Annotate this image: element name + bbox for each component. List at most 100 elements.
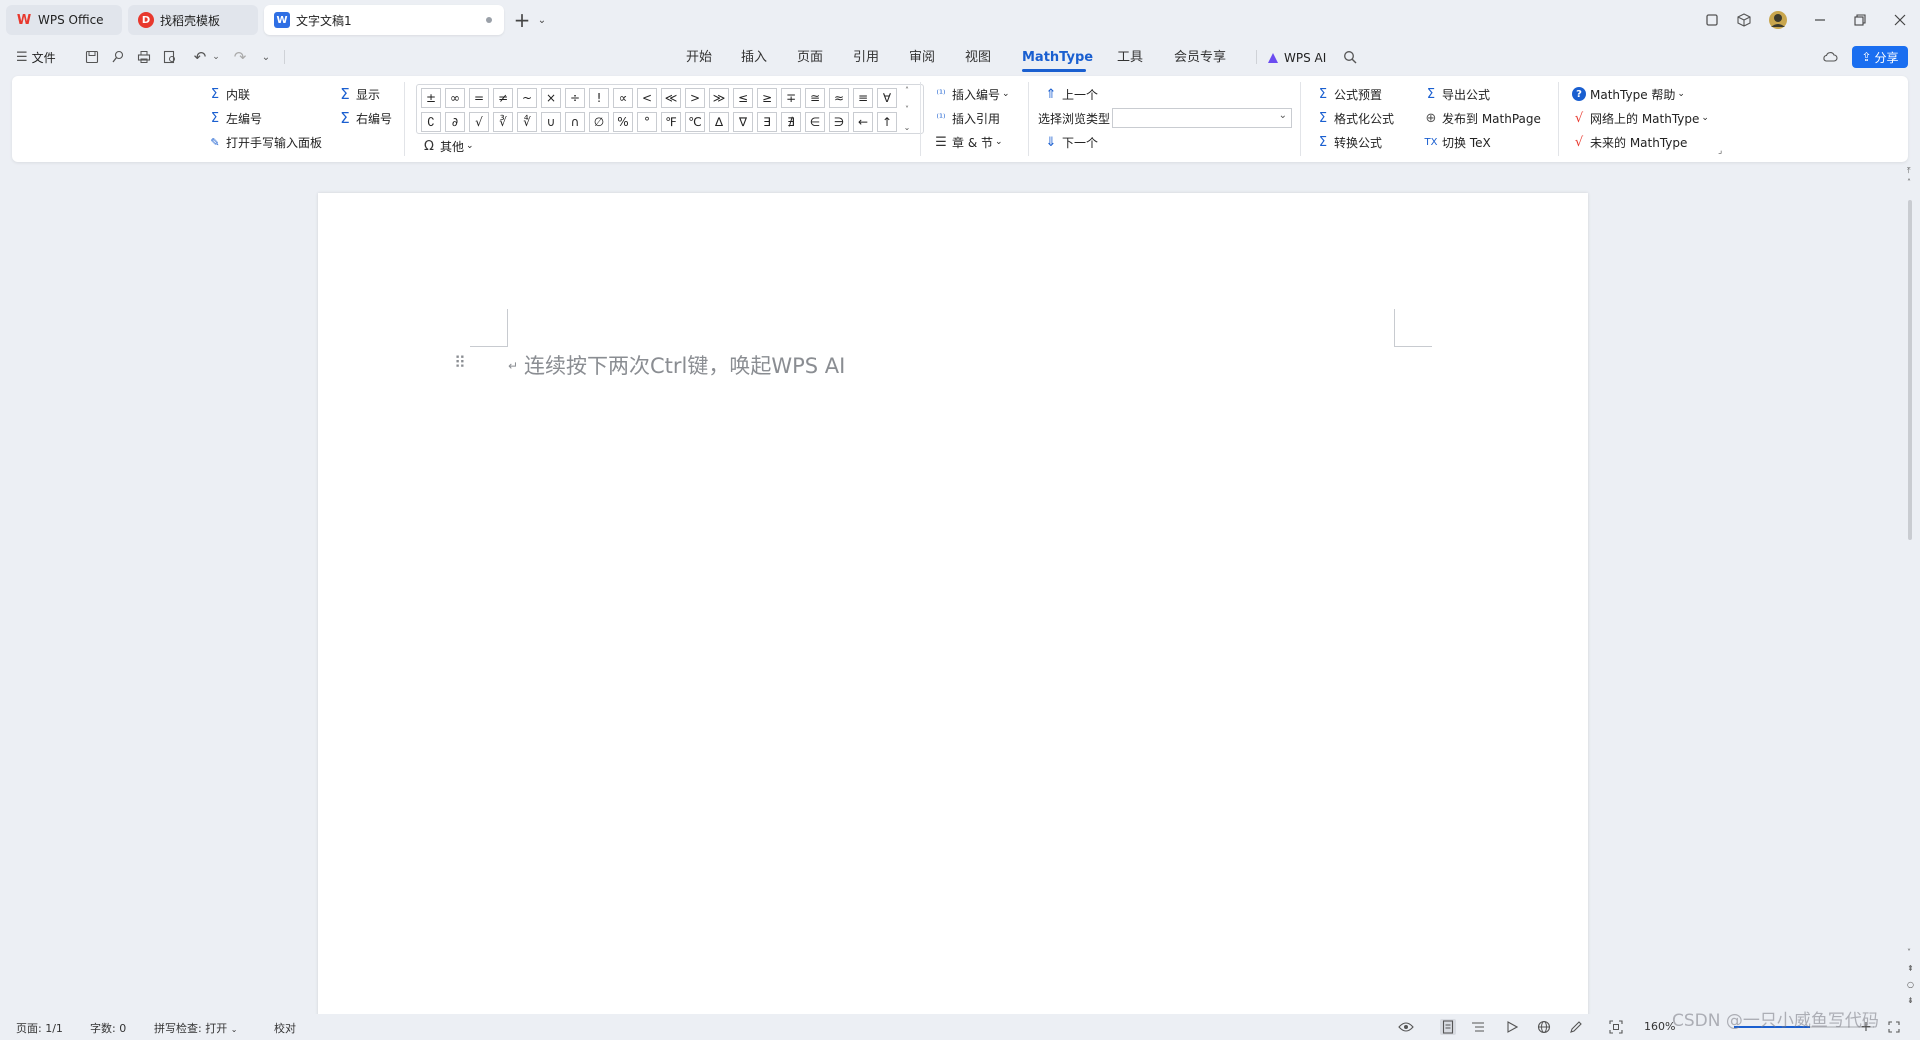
- undo-dropdown-icon[interactable]: ⌄: [206, 47, 226, 67]
- tab-view[interactable]: 视图: [965, 48, 991, 68]
- close-icon[interactable]: [1888, 8, 1912, 32]
- chapter-section-button[interactable]: ☰ 章 & 节 ⌄: [934, 132, 1002, 152]
- next-page-icon[interactable]: ⇟: [1907, 996, 1914, 1005]
- mathtype-online-button[interactable]: √ 网络上的 MathType ⌄: [1572, 108, 1709, 128]
- symbol-button[interactable]: ≡: [853, 88, 873, 108]
- restore-icon[interactable]: [1848, 8, 1872, 32]
- symbol-button[interactable]: ←: [853, 112, 873, 132]
- formula-presets-button[interactable]: Σ 公式预置: [1316, 84, 1382, 104]
- symbol-button[interactable]: ∈: [805, 112, 825, 132]
- symbol-button[interactable]: ∓: [781, 88, 801, 108]
- toggle-tex-button[interactable]: TX 切换 TeX: [1424, 132, 1491, 152]
- symbol-button[interactable]: ∆: [709, 112, 729, 132]
- spell-check-toggle[interactable]: 拼写检查: 打开 ⌄: [154, 1020, 237, 1036]
- tab-references[interactable]: 引用: [853, 48, 879, 68]
- page-view-icon[interactable]: [1440, 1019, 1456, 1035]
- mathtype-help-button[interactable]: ? MathType 帮助 ⌄: [1572, 84, 1685, 104]
- symbol-button[interactable]: ÷: [565, 88, 585, 108]
- avatar[interactable]: [1766, 8, 1790, 32]
- symbol-button[interactable]: ≫: [709, 88, 729, 108]
- symbol-button[interactable]: ∞: [445, 88, 465, 108]
- symbol-button[interactable]: ∄: [781, 112, 801, 132]
- symbol-button[interactable]: ∁: [421, 112, 441, 132]
- drag-handle-icon[interactable]: ⠿: [454, 353, 466, 372]
- search-icon[interactable]: [1340, 47, 1360, 67]
- ribbon-launcher-icon[interactable]: ⌟: [1718, 146, 1722, 156]
- symbol-button[interactable]: ∝: [613, 88, 633, 108]
- symbol-button[interactable]: ∋: [829, 112, 849, 132]
- symbol-button[interactable]: ∩: [565, 112, 585, 132]
- page-count[interactable]: 页面: 1/1: [16, 1020, 63, 1036]
- next-button[interactable]: ⇓ 下一个: [1044, 132, 1098, 152]
- unsaved-dot-icon[interactable]: [486, 17, 492, 23]
- play-icon[interactable]: [1504, 1019, 1520, 1035]
- ai-hint-text[interactable]: 连续按下两次Ctrl键，唤起WPS AI: [524, 350, 845, 380]
- fit-page-icon[interactable]: [1608, 1019, 1624, 1035]
- window-list-icon[interactable]: [1700, 8, 1724, 32]
- symbol-button[interactable]: >: [685, 88, 705, 108]
- symbol-button[interactable]: ≅: [805, 88, 825, 108]
- chevron-down-icon[interactable]: ⌄: [530, 8, 554, 32]
- scroll-up-icon[interactable]: ˄: [1907, 178, 1911, 187]
- print-preview-icon[interactable]: [160, 47, 180, 67]
- tab-member[interactable]: 会员专享: [1174, 48, 1226, 68]
- tab-insert[interactable]: 插入: [741, 48, 767, 68]
- pen-icon[interactable]: [1568, 1019, 1584, 1035]
- browse-type-select[interactable]: ⌄: [1112, 108, 1292, 128]
- symbol-button[interactable]: =: [469, 88, 489, 108]
- file-menu-button[interactable]: ☰ 文件: [16, 47, 62, 67]
- tab-start[interactable]: 开始: [686, 48, 712, 68]
- word-count[interactable]: 字数: 0: [90, 1020, 126, 1036]
- symbol-button[interactable]: ∜: [517, 112, 537, 132]
- scrollbar-thumb[interactable]: [1908, 200, 1912, 540]
- tab-mathtype[interactable]: MathType: [1022, 48, 1093, 68]
- minimize-icon[interactable]: [1808, 8, 1832, 32]
- symbol-button[interactable]: ∛: [493, 112, 513, 132]
- symbol-button[interactable]: ∪: [541, 112, 561, 132]
- chevron-down-icon[interactable]: ˅: [905, 105, 909, 114]
- symbol-button[interactable]: ∇: [733, 112, 753, 132]
- symbol-button[interactable]: ±: [421, 88, 441, 108]
- symbol-button[interactable]: ~: [517, 88, 537, 108]
- proofread-button[interactable]: 校对: [274, 1020, 296, 1036]
- select-browse-icon[interactable]: ○: [1907, 980, 1914, 989]
- symbol-button[interactable]: <: [637, 88, 657, 108]
- convert-formula-button[interactable]: Σ 转换公式: [1316, 132, 1382, 152]
- symbol-button[interactable]: ×: [541, 88, 561, 108]
- scroll-down-icon[interactable]: ˅: [1907, 948, 1911, 957]
- customize-dropdown-icon[interactable]: ⌄: [256, 47, 276, 67]
- symbol-button[interactable]: ∃: [757, 112, 777, 132]
- inline-equation-button[interactable]: Σ 内联: [208, 84, 250, 104]
- left-number-button[interactable]: Σ 左编号: [208, 108, 262, 128]
- wps-ai-button[interactable]: WPS AI: [1266, 48, 1326, 68]
- tab-page[interactable]: 页面: [797, 48, 823, 68]
- format-formula-button[interactable]: Σ 格式化公式: [1316, 108, 1394, 128]
- outline-view-icon[interactable]: [1470, 1019, 1486, 1035]
- symbol-button[interactable]: ∀: [877, 88, 897, 108]
- symbol-button[interactable]: ∅: [589, 112, 609, 132]
- fullscreen-icon[interactable]: [1886, 1019, 1902, 1035]
- save-icon[interactable]: [82, 47, 102, 67]
- palette-scroll[interactable]: ˄ ˅ ⌄: [900, 86, 914, 132]
- expand-icon[interactable]: ⌄: [904, 123, 911, 132]
- tab-tools[interactable]: 工具: [1117, 48, 1143, 68]
- scroll-top-icon[interactable]: ⤒: [1907, 166, 1911, 176]
- symbol-button[interactable]: ℉: [661, 112, 681, 132]
- right-number-button[interactable]: Σ 右编号: [338, 108, 392, 128]
- tab-document-1[interactable]: W 文字文稿1: [264, 5, 504, 35]
- other-symbols-button[interactable]: Ω 其他 ⌄: [422, 136, 474, 156]
- symbol-button[interactable]: ℃: [685, 112, 705, 132]
- symbol-button[interactable]: %: [613, 112, 633, 132]
- zoom-level[interactable]: 160%: [1644, 1020, 1675, 1033]
- symbol-button[interactable]: ≤: [733, 88, 753, 108]
- eye-icon[interactable]: [1398, 1019, 1414, 1035]
- cube-icon[interactable]: [1732, 8, 1756, 32]
- symbol-button[interactable]: ∂: [445, 112, 465, 132]
- previous-button[interactable]: ⇑ 上一个: [1044, 84, 1098, 104]
- tab-wps-office[interactable]: W WPS Office: [6, 5, 122, 35]
- vertical-scrollbar[interactable]: ⤒ ˄ ˅ ⇞ ○ ⇟: [1904, 166, 1916, 1014]
- symbol-button[interactable]: ↑: [877, 112, 897, 132]
- share-button[interactable]: ⇪ 分享: [1852, 46, 1908, 68]
- symbol-button[interactable]: ≪: [661, 88, 681, 108]
- cloud-icon[interactable]: [1820, 47, 1840, 67]
